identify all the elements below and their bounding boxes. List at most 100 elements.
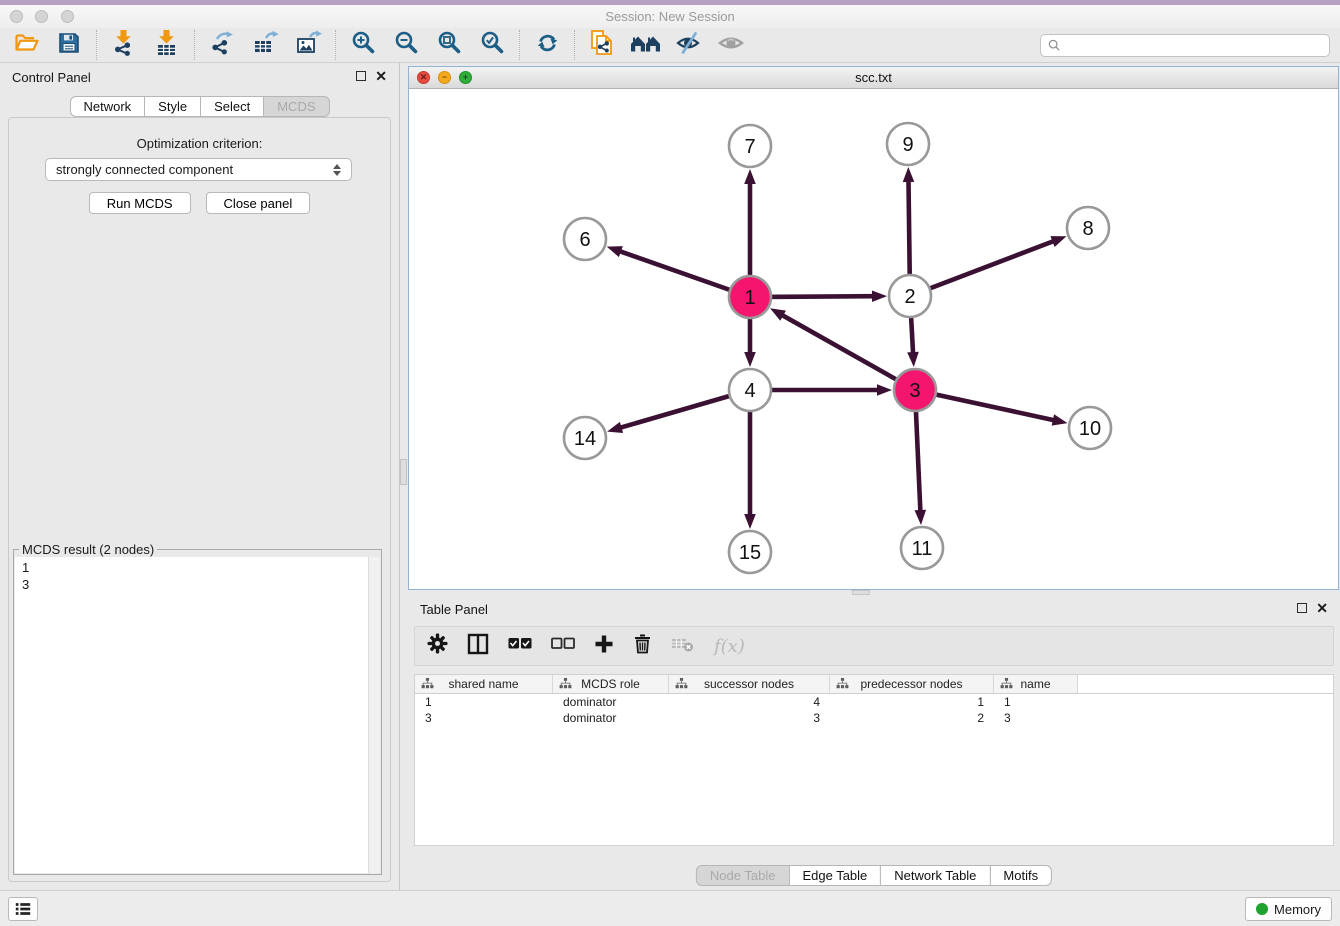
delete-table-button [671, 633, 695, 659]
export-image-button[interactable] [292, 30, 324, 60]
search-box[interactable] [1040, 34, 1330, 57]
node-label: 11 [912, 538, 933, 560]
network-title: scc.txt [409, 70, 1338, 85]
tab-style[interactable]: Style [144, 96, 201, 117]
graph-edge[interactable] [780, 314, 915, 390]
search-icon [1048, 39, 1060, 51]
refresh-icon [535, 31, 560, 60]
function-builder-button: f(x) [714, 633, 745, 659]
table-cell[interactable]: 3 [994, 711, 1078, 725]
run-mcds-button[interactable]: Run MCDS [89, 192, 191, 214]
save-session-button[interactable] [53, 30, 85, 60]
table-toolbar: f(x) [414, 626, 1334, 666]
table-cell[interactable]: 1 [415, 695, 553, 709]
zoom-out-icon [394, 30, 419, 60]
zoom-selected-button[interactable] [476, 30, 508, 60]
table-cell[interactable]: dominator [553, 711, 669, 725]
tab-network-table[interactable]: Network Table [880, 865, 990, 886]
import-table-button[interactable] [151, 30, 183, 60]
toolbar-separator [335, 30, 336, 60]
float-table-panel-icon[interactable] [1297, 603, 1307, 613]
new-network-from-selection-icon [589, 29, 615, 62]
graph-edge[interactable] [910, 240, 1055, 296]
columns-button[interactable] [467, 633, 489, 659]
delete-row-button[interactable] [633, 633, 652, 659]
edge-arrowhead-icon [915, 510, 927, 525]
save-session-icon [57, 31, 81, 60]
import-network-button[interactable] [108, 30, 140, 60]
new-network-from-selection-button[interactable] [586, 30, 618, 60]
column-header-MCDS-role[interactable]: MCDS role [553, 675, 669, 693]
table-cell[interactable]: 3 [415, 711, 553, 725]
tab-edge-table[interactable]: Edge Table [788, 865, 881, 886]
hide-selected-button[interactable] [672, 30, 704, 60]
optimization-criterion-label: Optimization criterion: [9, 136, 390, 151]
edge-arrowhead-icon [744, 514, 756, 529]
network-canvas[interactable]: 7968124314101511 [409, 89, 1338, 589]
houses-button[interactable] [629, 30, 661, 60]
tab-select[interactable]: Select [200, 96, 264, 117]
zoom-fit-button[interactable] [433, 30, 465, 60]
houses-icon [630, 32, 661, 59]
columns-icon [467, 633, 489, 660]
refresh-button[interactable] [531, 30, 563, 60]
zoom-out-button[interactable] [390, 30, 422, 60]
result-scrollbar[interactable] [368, 557, 380, 873]
edge-arrowhead-icon [907, 352, 919, 367]
table-panel: Table Panel ✕ f(x) shared nameMCDS roles… [408, 595, 1340, 890]
memory-label: Memory [1274, 902, 1321, 917]
close-panel-button[interactable]: Close panel [206, 192, 311, 214]
tab-network[interactable]: Network [69, 96, 145, 117]
node-label: 15 [739, 542, 761, 564]
open-session-button[interactable] [10, 30, 42, 60]
table-cell[interactable]: 2 [830, 711, 994, 725]
column-header-predecessor-nodes[interactable]: predecessor nodes [830, 675, 994, 693]
table-cell[interactable]: 1 [994, 695, 1078, 709]
close-panel-icon[interactable]: ✕ [375, 71, 387, 81]
edge-arrowhead-icon [872, 290, 887, 302]
memory-button[interactable]: Memory [1245, 897, 1332, 921]
table-cell[interactable]: 4 [669, 695, 830, 709]
table-cell[interactable]: 1 [830, 695, 994, 709]
deselect-all-button[interactable] [551, 633, 575, 659]
zoom-in-button[interactable] [347, 30, 379, 60]
column-header-shared-name[interactable]: shared name [415, 675, 553, 693]
task-history-button[interactable] [8, 897, 38, 921]
mcds-panel: Optimization criterion: strongly connect… [8, 117, 391, 882]
settings-button[interactable] [427, 633, 448, 659]
export-table-button[interactable] [249, 30, 281, 60]
mcds-result-list[interactable]: 1 3 [15, 557, 380, 873]
zoom-fit-icon [437, 30, 462, 60]
vertical-splitter-handle[interactable] [400, 459, 407, 485]
table-row[interactable]: 3dominator323 [415, 710, 1333, 726]
edge-arrowhead-icon [744, 352, 756, 367]
delete-table-icon [671, 635, 695, 658]
search-input[interactable] [1065, 37, 1322, 53]
table-row[interactable]: 1dominator411 [415, 694, 1333, 710]
select-all-button[interactable] [508, 633, 532, 659]
node-label: 4 [744, 380, 755, 402]
table-cell[interactable]: 3 [669, 711, 830, 725]
float-panel-icon[interactable] [356, 71, 366, 81]
edge-arrowhead-icon [903, 167, 915, 182]
export-network-icon [209, 30, 235, 61]
tab-node-table[interactable]: Node Table [696, 865, 790, 886]
tab-mcds[interactable]: MCDS [263, 96, 329, 117]
network-window-titlebar[interactable]: ✕ − + scc.txt [409, 67, 1338, 89]
add-row-button[interactable] [594, 633, 614, 659]
close-table-panel-icon[interactable]: ✕ [1316, 603, 1328, 613]
node-label: 2 [904, 286, 915, 308]
column-header-successor-nodes[interactable]: successor nodes [669, 675, 830, 693]
show-hidden-icon [717, 32, 745, 59]
export-image-icon [295, 30, 322, 61]
tab-motifs[interactable]: Motifs [989, 865, 1052, 886]
show-hidden-button [715, 30, 747, 60]
column-header-name[interactable]: name [994, 675, 1078, 693]
criterion-dropdown[interactable]: strongly connected component [45, 158, 352, 181]
export-network-button[interactable] [206, 30, 238, 60]
node-table: shared nameMCDS rolesuccessor nodesprede… [414, 674, 1334, 846]
hide-selected-icon [675, 30, 702, 61]
zoom-in-icon [351, 30, 376, 60]
table-cell[interactable]: dominator [553, 695, 669, 709]
mcds-result-title: MCDS result (2 nodes) [19, 542, 157, 557]
